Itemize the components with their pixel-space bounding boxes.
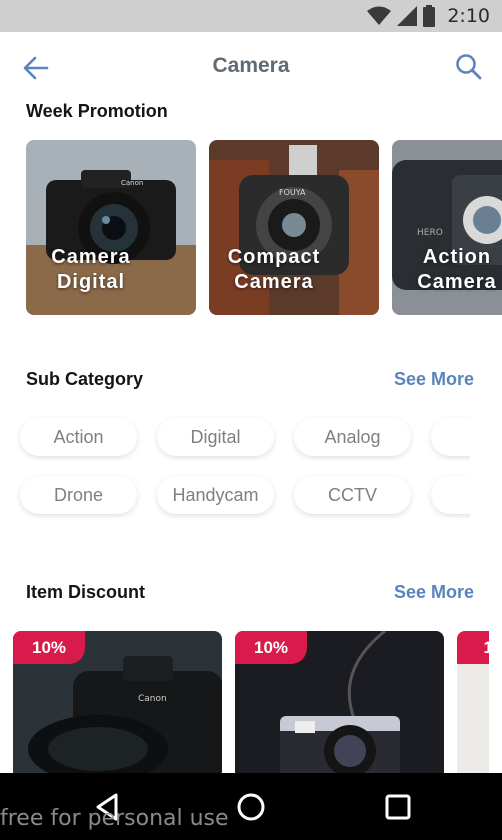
svg-text:Canon: Canon [121,179,143,187]
promo-card-camera-digital[interactable]: Canon Camera Digital [26,140,196,315]
discount-badge: 10 [457,631,489,664]
status-icons: 2:10 [367,4,490,28]
status-bar: 2:10 [0,0,502,32]
search-button[interactable] [454,52,484,82]
chip-partial[interactable]: Sp [431,418,470,456]
discount-card[interactable]: 10% [235,631,444,776]
item-discount-see-more-link[interactable]: See More [394,582,474,603]
sub-category-see-more-link[interactable]: See More [394,369,474,390]
promo-label: Action Camera [417,246,497,293]
search-icon [456,54,482,80]
promo-card-action-camera[interactable]: HERO Action Camera [392,140,502,315]
chip-action[interactable]: Action [20,418,137,456]
discount-card[interactable]: Canon 10% [13,631,222,776]
discount-badge: 10% [235,631,307,664]
promo-label: Compact Camera [227,246,321,293]
item-discount-title: Item Discount [26,582,146,602]
week-promotion-title: Week Promotion [26,101,168,121]
watermark-text: free for personal use [0,806,229,831]
app-bar: Camera [0,32,502,104]
square-recents-icon [385,794,411,820]
battery-icon [423,5,436,27]
chip-cctv[interactable]: CCTV [294,476,411,514]
wifi-icon [367,6,392,25]
chip-partial[interactable]: Ac [431,476,470,514]
nav-home-button[interactable] [233,789,269,825]
chip-analog[interactable]: Analog [294,418,411,456]
chip-row-2: Drone Handycam CCTV Ac [0,474,470,518]
chip-handycam[interactable]: Handycam [157,476,274,514]
nav-recents-button[interactable] [380,789,416,825]
sub-category-title: Sub Category [26,369,144,389]
svg-text:HERO: HERO [417,228,443,238]
chip-digital[interactable]: Digital [157,418,274,456]
svg-text:FOUYA: FOUYA [279,188,306,197]
status-time: 2:10 [447,5,490,27]
discount-badge: 10% [13,631,85,664]
circle-home-icon [237,793,265,821]
signal-icon [397,6,418,26]
promo-card-compact-camera[interactable]: FOUYA Compact Camera [209,140,379,315]
promo-carousel[interactable]: Canon Camera Digital FOUYA Compact Camer… [26,140,502,316]
svg-text:Canon: Canon [138,694,167,704]
chip-drone[interactable]: Drone [20,476,137,514]
chip-row-1: Action Digital Analog Sp [0,416,470,460]
promo-label: Camera Digital [51,246,131,293]
page-title: Camera [212,54,290,77]
discount-card[interactable]: 10 [457,631,489,776]
discount-carousel[interactable]: Canon 10% 10% 10 [13,631,489,776]
